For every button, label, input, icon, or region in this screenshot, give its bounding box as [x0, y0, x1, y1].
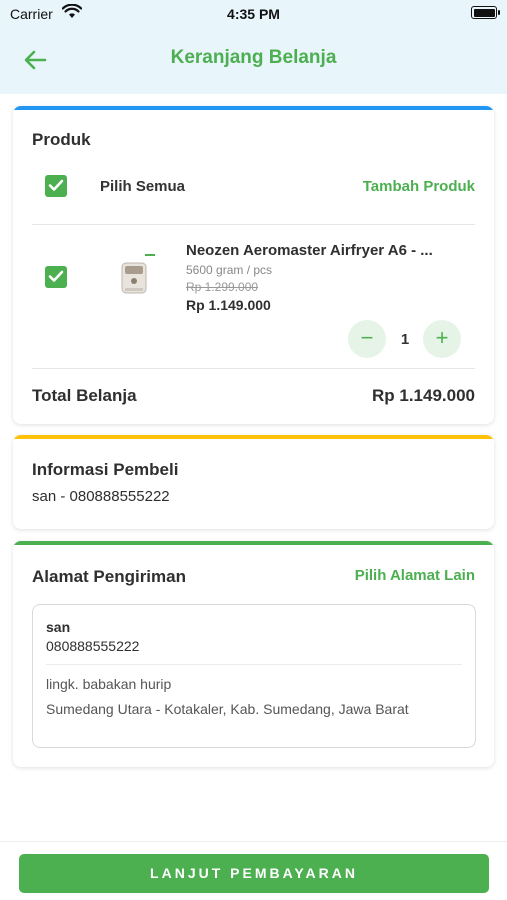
- clock: 4:35 PM: [227, 6, 280, 22]
- header-area: Carrier 4:35 PM Keranjang Belanja: [0, 0, 507, 94]
- buyer-info-card: Informasi Pembeli san - 080888555222: [13, 435, 494, 529]
- minus-icon: −: [360, 325, 374, 350]
- divider: [32, 368, 475, 369]
- divider: [32, 224, 475, 225]
- status-bar: Carrier 4:35 PM: [0, 0, 507, 28]
- recipient-phone: 080888555222: [46, 638, 140, 654]
- recipient-name: san: [46, 619, 71, 635]
- product-weight: 5600 gram / pcs: [186, 263, 273, 277]
- product-name[interactable]: Neozen Aeromaster Airfryer A6 - ...: [186, 242, 433, 259]
- increase-quantity-button[interactable]: +: [423, 320, 461, 358]
- product-image[interactable]: [117, 252, 157, 296]
- continue-payment-button[interactable]: LANJUT PEMBAYARAN: [19, 854, 489, 893]
- quantity-value: 1: [400, 331, 410, 348]
- check-icon: [48, 270, 64, 282]
- address-street: lingk. babakan hurip: [46, 676, 172, 692]
- check-icon: [48, 179, 64, 191]
- navbar: Keranjang Belanja: [0, 28, 507, 94]
- product-checkbox[interactable]: [45, 266, 67, 288]
- page-title: Keranjang Belanja: [170, 47, 337, 68]
- buyer-info-title: Informasi Pembeli: [32, 460, 179, 479]
- battery-icon: [471, 6, 500, 19]
- choose-other-address-link[interactable]: Pilih Alamat Lain: [355, 567, 475, 584]
- select-all-checkbox[interactable]: [45, 175, 67, 197]
- select-all-label: Pilih Semua: [100, 178, 186, 195]
- shipping-address-card: Alamat Pengiriman Pilih Alamat Lain san …: [13, 541, 494, 767]
- product-original-price: Rp 1.299.000: [186, 280, 259, 294]
- shipping-address-title: Alamat Pengiriman: [32, 567, 186, 586]
- alamat-accent-bar: [13, 541, 494, 545]
- buyer-info-value: san - 080888555222: [32, 488, 170, 505]
- produk-accent-bar: [13, 106, 494, 110]
- produk-card: Produk Pilih Semua Tambah Produk Neozen …: [13, 106, 494, 424]
- decrease-quantity-button[interactable]: −: [348, 320, 386, 358]
- info-accent-bar: [13, 435, 494, 439]
- total-label: Total Belanja: [32, 386, 137, 405]
- plus-icon: +: [435, 325, 449, 350]
- produk-title: Produk: [32, 130, 91, 149]
- address-city: Sumedang Utara - Kotakaler, Kab. Sumedan…: [46, 701, 409, 717]
- product-price: Rp 1.149.000: [186, 297, 271, 313]
- bottom-bar: LANJUT PEMBAYARAN: [0, 841, 507, 900]
- address-box[interactable]: san 080888555222 lingk. babakan hurip Su…: [32, 604, 476, 748]
- add-product-link[interactable]: Tambah Produk: [363, 178, 475, 195]
- divider: [46, 664, 462, 665]
- total-value: Rp 1.149.000: [371, 386, 475, 405]
